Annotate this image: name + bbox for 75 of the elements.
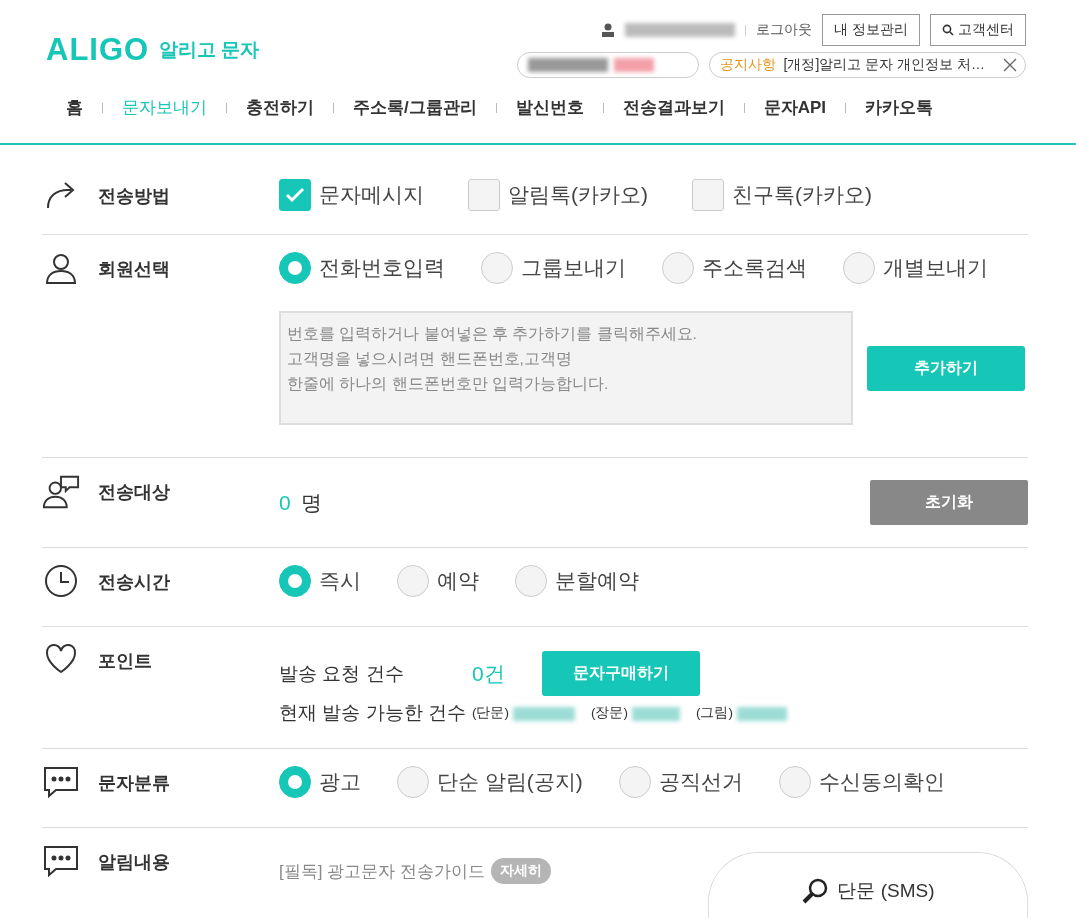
radio-button[interactable] [279, 766, 311, 798]
request-count: 0건 [472, 660, 506, 687]
chat-bubble-icon [42, 765, 80, 799]
blurred-text [513, 706, 575, 721]
message-type-label: (단문) [472, 704, 509, 722]
nav-tab[interactable]: 홈 [66, 96, 83, 119]
user-icon [601, 23, 616, 37]
message-type-label: (그림) [696, 704, 733, 722]
account-button[interactable]: 내 정보관리 [822, 14, 920, 46]
nav-tab[interactable]: 발신번호 [515, 96, 584, 119]
notice-tag: 공지사항 [719, 56, 776, 74]
radio-label: 분할예약 [555, 568, 639, 594]
person-icon [44, 251, 78, 285]
phone-number-input[interactable]: 번호를 입력하거나 붙여넣은 후 추가하기를 클릭해주세요. 고객명을 넣으시려면 핸드폰번호,고객명 한줄에 하나의 핸드폰번호만 입력가능합니다. [279, 311, 853, 425]
field-label: 회원선택 [98, 258, 170, 281]
nav-tab[interactable]: 전송결과보기 [622, 96, 725, 119]
nav-tab[interactable]: 충전하기 [246, 96, 314, 119]
blurred-text [737, 706, 787, 721]
field-label: 포인트 [98, 650, 152, 673]
radio-label: 공직선거 [658, 769, 743, 795]
field-label: 전송대상 [98, 481, 170, 504]
radio-label: 단순 알림(공지) [437, 769, 583, 795]
checkbox-label: 알림톡(카카오) [508, 182, 648, 208]
recipient-unit: 명 [300, 490, 322, 514]
radio-label: 예약 [437, 568, 479, 594]
radio-button[interactable] [397, 565, 429, 597]
checkbox[interactable] [468, 179, 500, 211]
radio-label: 전화번호입력 [319, 255, 445, 281]
request-count-label: 발송 요청 건수 [279, 661, 405, 686]
blurred-text [613, 58, 654, 72]
checkbox[interactable] [692, 179, 724, 211]
field-label: 전송시간 [98, 571, 170, 594]
radio-label: 개별보내기 [883, 255, 988, 281]
nav-tab[interactable]: 카카오톡 [865, 96, 934, 119]
field-label: 전송방법 [98, 185, 170, 208]
radio-button[interactable] [843, 252, 875, 284]
radio-button[interactable] [481, 252, 513, 284]
blurred-text [632, 706, 680, 721]
message-type-label: (장문) [591, 704, 628, 722]
radio-label: 수신동의확인 [818, 769, 945, 795]
sms-tab[interactable]: 단문 (SMS) [708, 852, 1028, 918]
radio-button[interactable] [397, 766, 429, 798]
search-icon [942, 24, 954, 36]
radio-label: 즉시 [319, 568, 361, 594]
radio-button[interactable] [662, 252, 694, 284]
person-chat-icon [42, 474, 80, 510]
radio-button[interactable] [618, 766, 651, 798]
radio-label: 주소록검색 [702, 255, 807, 281]
radio-button[interactable] [279, 252, 311, 284]
field-label: 문자분류 [98, 772, 170, 795]
checkbox-label: 문자메시지 [319, 182, 424, 208]
heart-icon [44, 643, 78, 675]
customer-center-button[interactable]: 고객센터 [930, 14, 1026, 46]
nav-tab[interactable]: 주소록/그룹관리 [353, 96, 477, 119]
nav-tab[interactable]: 문자API [763, 96, 827, 119]
chat-bubble-icon [42, 844, 80, 878]
recipient-count: 0 [279, 490, 291, 514]
clock-icon [44, 564, 78, 598]
notice-text: [개정]알리고 문자 개인정보 처… [783, 56, 985, 74]
radio-label: 그룹보내기 [521, 255, 626, 281]
search-icon [801, 876, 830, 905]
field-label: 알림내용 [98, 851, 170, 874]
radio-label: 광고 [319, 769, 361, 795]
radio-button[interactable] [778, 766, 811, 798]
radio-button[interactable] [515, 565, 547, 597]
close-icon[interactable] [1003, 58, 1017, 72]
logo-subtitle: 알리고 문자 [159, 38, 260, 62]
checkbox-label: 친구톡(카카오) [732, 182, 872, 208]
checkbox[interactable] [279, 179, 311, 211]
guide-link[interactable]: [필독] 광고문자 전송가이드 [279, 859, 485, 883]
available-count-label: 현재 발송 가능한 건수 [279, 701, 467, 725]
radio-button[interactable] [279, 565, 311, 597]
reset-button[interactable]: 초기화 [870, 480, 1028, 525]
logout-link[interactable]: 로그아웃 [756, 21, 813, 39]
check-icon [285, 187, 305, 203]
